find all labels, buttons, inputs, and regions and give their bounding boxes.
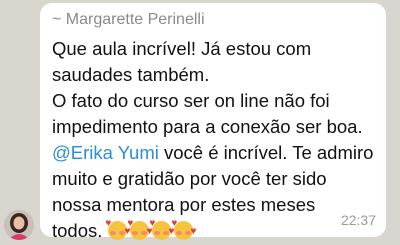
mention-link[interactable]: @Erika Yumi: [52, 142, 159, 163]
message-line: O fato do curso ser on line não foi: [52, 90, 330, 111]
message-bubble[interactable]: ~ Margarette Perinelli Que aula incrível…: [40, 3, 386, 241]
smiling-face-with-hearts-icon: ♥ ♥: [105, 219, 130, 240]
sender-name[interactable]: ~ Margarette Perinelli: [52, 11, 205, 29]
message-fragment: você é incrível. Te admiro: [158, 142, 374, 163]
message-line-last: todos. ♥ ♥ ♥ ♥ ♥ ♥ ♥ ♥: [52, 218, 380, 244]
avatar[interactable]: [4, 210, 34, 240]
message-text: Que aula incrível! Já estou com saudades…: [52, 36, 380, 244]
message-fragment: todos.: [52, 220, 103, 241]
message-line-mention: @Erika Yumi você é incrível. Te admiro: [52, 140, 380, 166]
message-line: nossa mentora por estes meses: [52, 194, 316, 215]
avatar-image: [4, 210, 34, 240]
message-timestamp: 22:37: [340, 212, 376, 228]
message-line: impedimento para a conexão ser boa.: [52, 116, 363, 137]
message-line: Que aula incrível! Já estou com: [52, 38, 312, 59]
smiling-face-with-hearts-icon: ♥ ♥: [149, 219, 174, 240]
emoji-group: ♥ ♥ ♥ ♥ ♥ ♥ ♥ ♥: [105, 218, 196, 244]
message-line: muito e gratidão por você ter sido: [52, 168, 327, 189]
smiling-face-with-hearts-icon: ♥ ♥: [127, 219, 152, 240]
message-line: saudades também.: [52, 64, 210, 85]
smiling-face-with-hearts-icon: ♥ ♥: [171, 219, 196, 240]
